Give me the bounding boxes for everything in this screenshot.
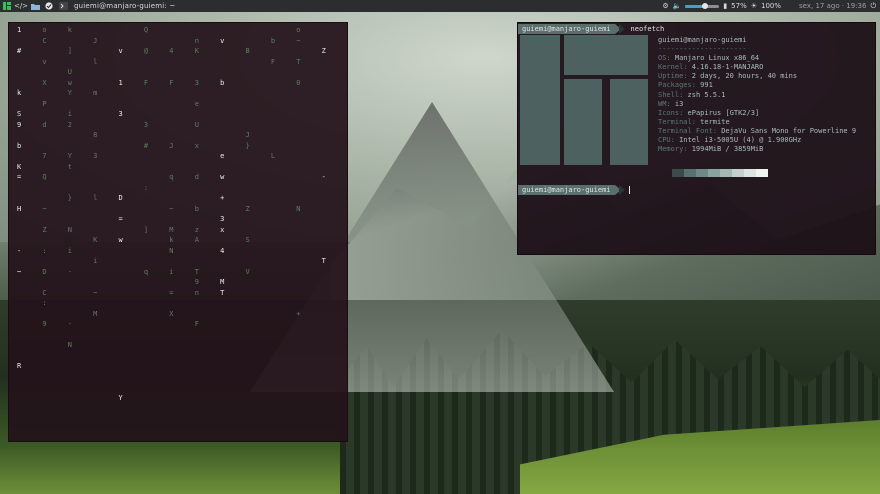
prompt-arrow-icon [618, 24, 625, 34]
steam-icon[interactable]: ⚙ [662, 0, 668, 12]
palette-swatch [744, 169, 756, 177]
info-value: Intel i3-5005U (4) @ 1.900GHz [679, 136, 802, 145]
info-line: WM: i3 [658, 100, 856, 109]
info-separator: --------------------- [658, 45, 747, 54]
power-icon[interactable]: ⏻ [870, 0, 876, 12]
palette-swatch [708, 169, 720, 177]
matrix-column: Q @ F 3 # : ] q [143, 26, 149, 276]
info-line: Packages: 991 [658, 81, 856, 90]
clock[interactable]: sex, 17 ago · 19:36 [799, 2, 866, 10]
volume-slider[interactable] [685, 2, 720, 9]
info-value: 991 [700, 81, 713, 90]
matrix-column: b F L [270, 36, 276, 161]
matrix-column: B J } Z S V [245, 47, 250, 276]
matrix-column: k ] U w Y i 2 Y t } N i - - N [67, 26, 72, 349]
info-key: Packages: [658, 81, 701, 90]
info-key: Kernel: [658, 63, 692, 72]
info-key: CPU: [658, 136, 680, 145]
prompt-line: guiemi@manjaro-guiemi neofetch [518, 24, 664, 34]
app-menu-icon[interactable] [0, 0, 14, 12]
info-value: 4.16.18-1-MANJARO [691, 63, 764, 72]
info-line: CPU: Intel i3-5005U (4) @ 1.900GHz [658, 136, 856, 145]
info-value: termite [700, 117, 730, 126]
matrix-column: Z - T [321, 47, 326, 265]
battery-percent: 100% [761, 2, 782, 10]
info-value: zsh 5.5.1 [687, 90, 726, 99]
info-line: Terminal Font: DejaVu Sans Mono for Powe… [658, 127, 856, 136]
code-icon[interactable]: </> [14, 0, 28, 12]
info-key: Icons: [658, 108, 688, 117]
top-panel: </> guiemi@manjaro-guiemi: ~ ⚙ 🔈 ▮ 57% ☀… [0, 0, 880, 12]
info-value: i3 [674, 99, 684, 108]
prompt-user-host-2: guiemi@manjaro-guiemi [518, 185, 615, 195]
matrix-column: o C v X P d 7 Q ~ Z : D C : 9 [42, 26, 47, 328]
info-key: Terminal Font: [658, 126, 722, 135]
info-key: Memory: [658, 145, 692, 154]
info-line: OS: Manjaro Linux x86_64 [658, 54, 856, 63]
matrix-column: v 1 3 D = w Y [118, 47, 123, 402]
info-key: Uptime: [658, 72, 692, 81]
folder-icon[interactable] [28, 0, 42, 12]
info-key: OS: [658, 54, 675, 63]
matrix-column: J l m 8 3 l K i ~ M [93, 36, 98, 318]
matrix-column: o ~ T 0 N + [296, 26, 301, 318]
matrix-column: 4 F J q ~ M k N i = X [169, 47, 174, 318]
palette-swatch [732, 169, 744, 177]
palette-swatch [756, 169, 768, 177]
matrix-column: v b e w + 3 x 4 M T [220, 36, 225, 297]
info-line: Shell: zsh 5.5.1 [658, 91, 856, 100]
volume-slider-knob[interactable] [701, 2, 708, 9]
info-value: DejaVu Sans Mono for Powerline 9 [721, 126, 857, 135]
matrix-column: 1 # k S 9 b K = H - ~ R [17, 26, 22, 370]
volume-percent: 57% [731, 2, 747, 10]
volume-icon[interactable]: 🔈 [673, 0, 682, 12]
info-value: ePapirus [GTK2/3] [687, 108, 760, 117]
text-cursor [628, 186, 630, 194]
matrix-column: n K 3 e U x d b z A T 9 n F [194, 36, 199, 329]
manjaro-logo [520, 35, 648, 165]
window-title: guiemi@manjaro-guiemi: ~ [74, 2, 176, 10]
palette-swatch [696, 169, 708, 177]
info-line: Memory: 1994MiB / 3859MiB [658, 145, 856, 154]
info-value: 1994MiB / 3859MiB [691, 145, 764, 154]
info-line: Icons: ePapirus [GTK2/3] [658, 109, 856, 118]
browser-icon[interactable] [42, 0, 56, 12]
brightness-icon: ☀ [750, 2, 758, 10]
info-value: Manjaro Linux x86_64 [674, 54, 760, 63]
info-value: 2 days, 20 hours, 40 mins [691, 72, 798, 81]
info-user-host: guiemi@manjaro-guiemi [658, 36, 747, 44]
terminal-icon[interactable] [56, 0, 70, 12]
neofetch-terminal-window[interactable]: guiemi@manjaro-guiemi neofetch guiemi@ma… [517, 22, 876, 255]
info-key: WM: [658, 99, 675, 108]
info-line: Terminal: termite [658, 118, 856, 127]
prompt-line-2: guiemi@manjaro-guiemi [518, 185, 630, 195]
battery-icon: ▮ [723, 2, 728, 10]
prompt-arrow-icon [618, 185, 625, 195]
palette-swatch [720, 169, 732, 177]
matrix-terminal-window[interactable]: 1 # k S 9 b K = H - ~ R o C v X P d 7 Q … [8, 22, 348, 442]
neofetch-info: guiemi@manjaro-guiemi ------------------… [658, 36, 856, 154]
info-key: Shell: [658, 90, 688, 99]
palette-swatch [672, 169, 684, 177]
color-palette [672, 169, 768, 177]
prompt-command: neofetch [630, 25, 665, 33]
info-key: Terminal: [658, 117, 701, 126]
info-line: Uptime: 2 days, 20 hours, 40 mins [658, 72, 856, 81]
palette-swatch [684, 169, 696, 177]
info-line: Kernel: 4.16.18-1-MANJARO [658, 63, 856, 72]
system-tray: ⚙ 🔈 ▮ 57% ☀ 100% sex, 17 ago · 19:36 ⏻ [662, 0, 876, 12]
prompt-user-host: guiemi@manjaro-guiemi [518, 24, 615, 34]
